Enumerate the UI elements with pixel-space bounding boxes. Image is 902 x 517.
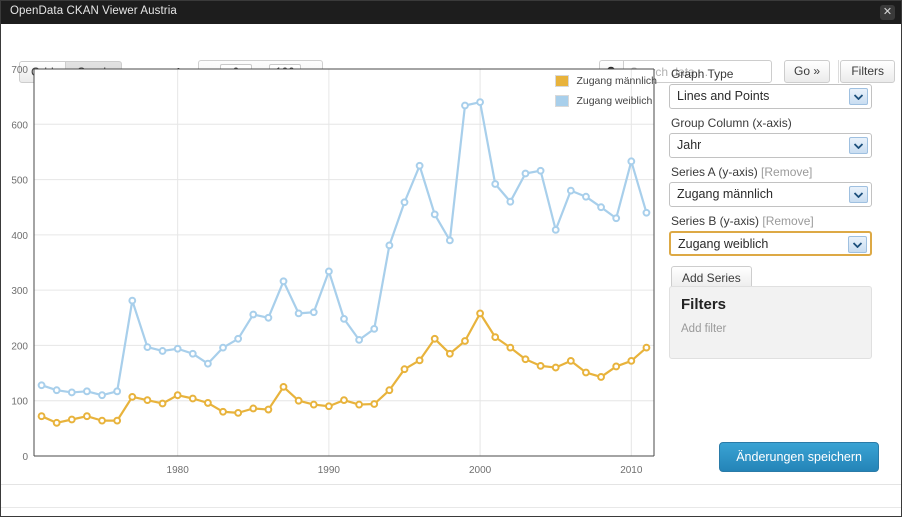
svg-text:500: 500 xyxy=(11,176,28,187)
svg-text:600: 600 xyxy=(11,120,28,131)
graph-type-label: Graph Type xyxy=(671,67,734,81)
chevron-down-icon[interactable] xyxy=(849,137,868,154)
series-a-label: Series A (y-axis) [Remove] xyxy=(671,165,875,179)
series-a-value: Zugang männlich xyxy=(677,187,773,201)
line-chart: 0 100 200 300 400 500 600 700 1980 1990 2000 2010 xyxy=(11,65,655,473)
app-window: OpenData CKAN Viewer Austria ✕ Grid Grap… xyxy=(0,0,902,517)
chevron-down-icon[interactable] xyxy=(849,186,868,203)
svg-text:400: 400 xyxy=(11,231,28,242)
toolbar: Grid Graph 41 records « — » Go » Filters xyxy=(1,24,901,83)
legend-swatch-series-b xyxy=(555,95,570,107)
series-a-remove-link[interactable]: [Remove] xyxy=(761,165,812,179)
series-b-remove-link[interactable]: [Remove] xyxy=(762,214,813,228)
legend-swatch-series-a xyxy=(555,75,570,87)
window-bottom-bar xyxy=(1,507,901,516)
svg-text:1990: 1990 xyxy=(318,465,341,473)
svg-text:0: 0 xyxy=(22,452,28,463)
svg-text:1980: 1980 xyxy=(167,465,190,473)
series-a-label-text: Series A (y-axis) xyxy=(671,165,762,179)
graph-settings-panel: Graph Type Lines and Points Group Column… xyxy=(669,67,875,290)
filters-panel: Filters Add filter xyxy=(669,286,872,359)
svg-text:2010: 2010 xyxy=(620,465,643,473)
chart-area: 0 100 200 300 400 500 600 700 1980 1990 2000 2010 Z… xyxy=(1,63,663,473)
svg-text:100: 100 xyxy=(11,397,28,408)
group-column-select[interactable]: Jahr xyxy=(669,133,872,158)
series-b-label-text: Series B (y-axis) xyxy=(671,214,763,228)
save-changes-button[interactable]: Änderungen speichern xyxy=(719,442,879,472)
filters-panel-title: Filters xyxy=(681,296,727,313)
graph-type-value: Lines and Points xyxy=(677,89,770,103)
legend-item: Zugang männlich xyxy=(555,75,657,87)
svg-text:2000: 2000 xyxy=(469,465,492,473)
window-titlebar: OpenData CKAN Viewer Austria ✕ xyxy=(1,1,901,24)
chevron-down-icon[interactable] xyxy=(849,88,868,105)
chevron-down-icon[interactable] xyxy=(848,236,867,253)
footer-divider xyxy=(1,484,901,485)
chart-legend: Zugang männlich Zugang weiblich xyxy=(555,75,657,115)
graph-type-select[interactable]: Lines and Points xyxy=(669,84,872,109)
close-icon[interactable]: ✕ xyxy=(880,5,895,20)
window-title: OpenData CKAN Viewer Austria xyxy=(10,5,177,17)
series-a-select[interactable]: Zugang männlich xyxy=(669,182,872,207)
legend-label-series-b: Zugang weiblich xyxy=(576,95,653,107)
svg-text:700: 700 xyxy=(11,65,28,76)
series-b-value: Zugang weiblich xyxy=(678,237,769,251)
add-filter-link[interactable]: Add filter xyxy=(681,323,871,335)
series-b-select[interactable]: Zugang weiblich xyxy=(669,231,872,256)
group-column-value: Jahr xyxy=(677,138,702,152)
svg-text:200: 200 xyxy=(11,341,28,352)
group-column-label: Group Column (x-axis) xyxy=(671,116,792,130)
series-b-label: Series B (y-axis) [Remove] xyxy=(671,214,875,228)
legend-label-series-a: Zugang männlich xyxy=(576,75,657,87)
legend-item: Zugang weiblich xyxy=(555,95,657,107)
svg-text:300: 300 xyxy=(11,286,28,297)
